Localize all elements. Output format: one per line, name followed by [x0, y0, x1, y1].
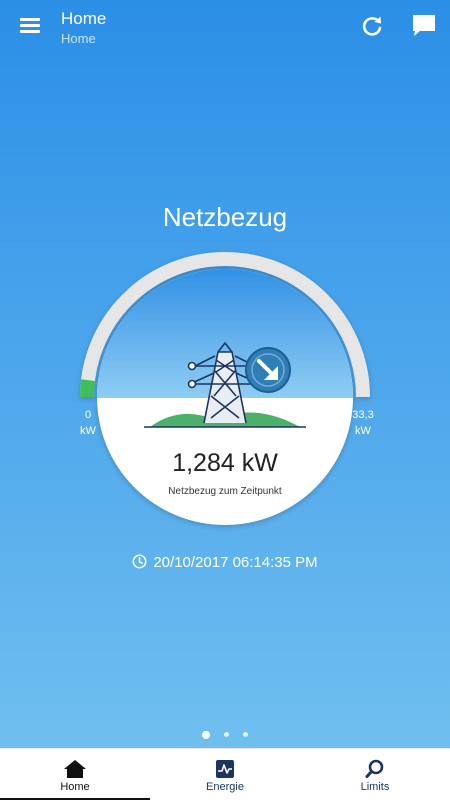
sky-area	[97, 269, 353, 398]
power-pylon-icon	[187, 342, 263, 424]
gauge-track	[80, 252, 370, 398]
page-indicator	[0, 726, 450, 744]
timestamp-text: 20/10/2017 06:14:35 PM	[153, 554, 318, 571]
hamburger-menu-icon[interactable]	[14, 12, 46, 38]
gauge-min-label: 0 kW	[76, 407, 100, 439]
nav-item-home[interactable]: Home	[0, 749, 150, 800]
nav-item-energie[interactable]: Energie	[150, 749, 300, 800]
page-dot[interactable]	[224, 732, 229, 738]
refresh-icon[interactable]	[358, 12, 386, 40]
nav-label-energie: Energie	[206, 781, 244, 793]
magnifier-icon	[363, 759, 387, 779]
gauge-max-label: 33,3 kW	[348, 407, 378, 439]
house-icon	[63, 759, 87, 779]
gauge-max-value: 33,3	[352, 409, 374, 421]
bottom-navigation: Home Energie Limits	[0, 748, 450, 800]
gauge-min-unit: kW	[80, 425, 96, 437]
gauge-fill-arc	[79, 379, 95, 398]
menu-bar-line	[20, 30, 40, 33]
app-bar: Home Home	[0, 0, 450, 50]
menu-bar-line	[20, 24, 40, 27]
chat-message-icon[interactable]	[410, 12, 438, 40]
page-dot[interactable]	[201, 730, 210, 739]
menu-bar-line	[20, 18, 40, 21]
nav-label-limits: Limits	[360, 781, 390, 793]
timestamp-row: 20/10/2017 06:14:35 PM	[0, 554, 450, 571]
app-bar-subtitle: Home	[61, 31, 96, 46]
current-power-caption: Netzbezug zum Zeitpunkt	[168, 486, 282, 497]
nav-item-limits[interactable]: Limits	[300, 749, 450, 800]
hills-illustration	[144, 412, 306, 428]
gauge-min-value: 0	[84, 409, 92, 421]
current-power-value: 1,284 kW	[172, 449, 278, 477]
energy-chart-icon	[213, 759, 237, 779]
page-dot[interactable]	[243, 732, 249, 738]
grid-import-arrow-icon	[245, 347, 291, 393]
gauge-max-unit: kW	[355, 425, 371, 437]
clock-icon	[132, 554, 147, 569]
app-bar-title: Home	[61, 9, 107, 28]
nav-label-home: Home	[60, 781, 90, 793]
power-gauge	[79, 252, 370, 525]
page-heading: Netzbezug	[162, 202, 288, 232]
